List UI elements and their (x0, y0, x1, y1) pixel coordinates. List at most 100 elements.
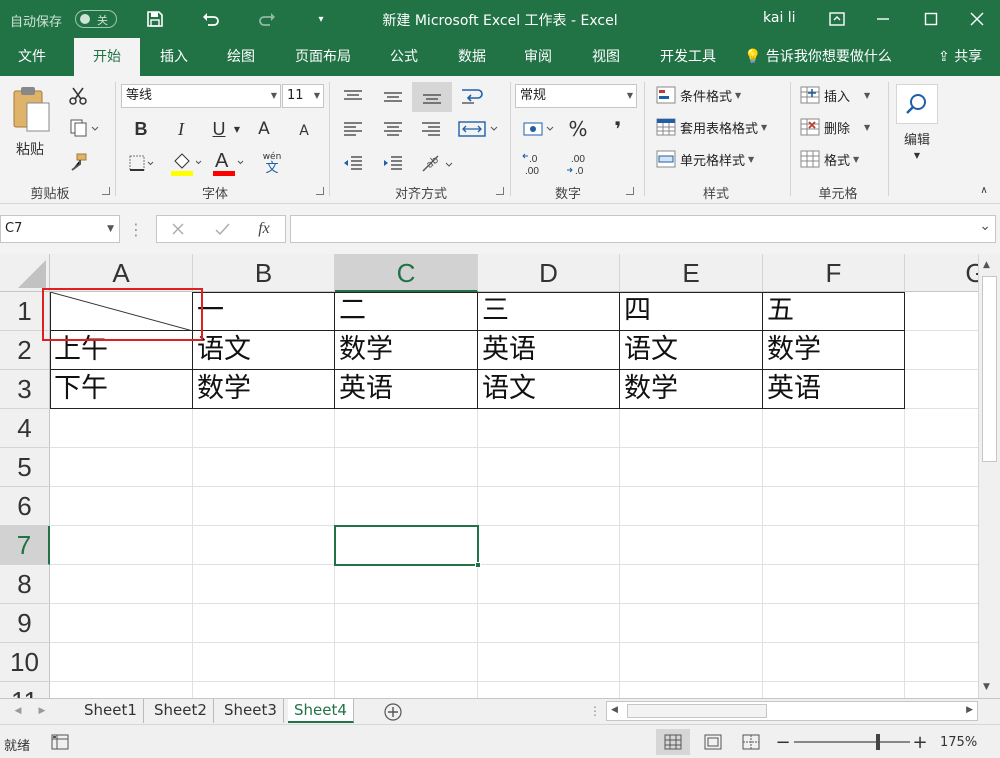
cell-e10[interactable] (620, 643, 763, 682)
insert-function-button[interactable]: fx (251, 218, 277, 240)
cell-a7[interactable] (50, 526, 193, 565)
cell-b6[interactable] (193, 487, 335, 526)
cell-g6[interactable] (905, 487, 978, 526)
cell-a8[interactable] (50, 565, 193, 604)
underline-dropdown-icon[interactable]: ▼ (230, 116, 244, 142)
cell-e2[interactable]: 语文 (620, 331, 763, 370)
row-header-9[interactable]: 9 (0, 604, 50, 643)
cell-b3[interactable]: 数学 (193, 370, 335, 409)
border-icon[interactable] (126, 150, 156, 176)
cell-e4[interactable] (620, 409, 763, 448)
paste-label[interactable]: 粘贴 (10, 138, 50, 160)
formula-input[interactable]: ⌄ (290, 215, 996, 243)
cell-f4[interactable] (763, 409, 905, 448)
cell-a4[interactable] (50, 409, 193, 448)
row-header-7[interactable]: 7 (0, 526, 50, 565)
cell-c8[interactable] (335, 565, 478, 604)
percent-button[interactable]: % (564, 116, 592, 142)
format-painter-icon[interactable] (66, 150, 90, 174)
cell-f1[interactable]: 五 (763, 292, 905, 331)
undo-icon[interactable] (200, 8, 222, 30)
macro-record-icon[interactable] (48, 731, 72, 753)
decrease-indent-icon[interactable] (340, 150, 366, 176)
cell-e6[interactable] (620, 487, 763, 526)
tell-me-search[interactable]: 💡 告诉我你想要做什么 (744, 38, 892, 76)
minimize-icon[interactable] (872, 8, 894, 30)
cell-d2[interactable]: 英语 (478, 331, 620, 370)
vertical-scrollbar[interactable]: ▲ ▼ (978, 254, 1000, 698)
cell-d6[interactable] (478, 487, 620, 526)
collapse-ribbon-icon[interactable]: ∧ (974, 182, 994, 198)
more-options-icon[interactable]: ⋮ (126, 220, 146, 239)
cell-c4[interactable] (335, 409, 478, 448)
tab-formulas[interactable]: 公式 (374, 38, 434, 76)
prev-sheet-icon[interactable]: ◀ (10, 703, 26, 719)
paste-icon[interactable] (8, 82, 56, 138)
format-cells-button[interactable]: 格式 ▼ (800, 146, 859, 172)
customize-toolbar-icon[interactable]: ▾ (310, 8, 332, 30)
scroll-left-icon[interactable]: ◀ (611, 705, 618, 715)
font-launcher[interactable] (316, 187, 324, 195)
cell-e9[interactable] (620, 604, 763, 643)
cell-d1[interactable]: 三 (478, 292, 620, 331)
cell-e3[interactable]: 数学 (620, 370, 763, 409)
cell-e5[interactable] (620, 448, 763, 487)
active-cell-selection[interactable] (334, 525, 481, 568)
row-header-8[interactable]: 8 (0, 565, 50, 604)
cell-a3[interactable]: 下午 (50, 370, 193, 409)
cell-c10[interactable] (335, 643, 478, 682)
horizontal-scroll-thumb[interactable] (627, 704, 767, 718)
cell-f2[interactable]: 数学 (763, 331, 905, 370)
tab-review[interactable]: 审阅 (508, 38, 568, 76)
sheet-tab-sheet2[interactable]: Sheet2 (148, 699, 214, 723)
column-header-d[interactable]: D (478, 254, 620, 292)
font-color-icon[interactable]: A (210, 146, 246, 178)
increase-indent-icon[interactable] (380, 150, 406, 176)
wrap-text-icon[interactable] (458, 84, 488, 110)
cell-a6[interactable] (50, 487, 193, 526)
align-right-icon[interactable] (418, 116, 444, 142)
bold-button[interactable]: B (128, 116, 154, 142)
align-center-icon[interactable] (380, 116, 406, 142)
redo-icon[interactable] (256, 8, 278, 30)
cell-d10[interactable] (478, 643, 620, 682)
page-layout-view-icon[interactable] (696, 729, 730, 755)
zoom-out-button[interactable]: − (775, 732, 790, 753)
cell-d4[interactable] (478, 409, 620, 448)
name-box[interactable]: C7 ▼ (0, 215, 120, 243)
maximize-icon[interactable] (920, 8, 942, 30)
merge-center-icon[interactable] (456, 116, 502, 142)
shrink-font-button[interactable]: A (292, 118, 316, 144)
cell-c11[interactable] (335, 682, 478, 698)
cell-g9[interactable] (905, 604, 978, 643)
page-break-view-icon[interactable] (734, 729, 768, 755)
orientation-icon[interactable]: ab (418, 148, 458, 178)
zoom-slider-thumb[interactable] (876, 734, 880, 750)
italic-button[interactable]: I (168, 116, 194, 142)
cell-b10[interactable] (193, 643, 335, 682)
cell-styles-button[interactable]: 单元格样式 ▼ (656, 146, 754, 172)
conditional-formatting-button[interactable]: 条件格式 ▼ (656, 82, 741, 108)
cell-d8[interactable] (478, 565, 620, 604)
cell-a5[interactable] (50, 448, 193, 487)
align-left-icon[interactable] (340, 116, 366, 142)
tab-insert[interactable]: 插入 (144, 38, 204, 76)
cell-d11[interactable] (478, 682, 620, 698)
save-icon[interactable] (144, 8, 166, 30)
accounting-format-icon[interactable] (520, 116, 560, 142)
horizontal-scrollbar[interactable]: ◀ ▶ (606, 701, 978, 721)
tab-data[interactable]: 数据 (442, 38, 502, 76)
cell-g8[interactable] (905, 565, 978, 604)
number-format-select[interactable]: 常规 ▼ (515, 84, 637, 108)
tab-file[interactable]: 文件 (0, 38, 64, 76)
cell-f8[interactable] (763, 565, 905, 604)
sheet-tab-sheet3[interactable]: Sheet3 (218, 699, 284, 723)
fill-color-icon[interactable] (168, 148, 204, 178)
row-header-6[interactable]: 6 (0, 487, 50, 526)
cell-c6[interactable] (335, 487, 478, 526)
cell-b5[interactable] (193, 448, 335, 487)
sheet-tab-sheet4[interactable]: Sheet4 (288, 699, 354, 723)
cell-g7[interactable] (905, 526, 978, 565)
cell-b11[interactable] (193, 682, 335, 698)
column-header-e[interactable]: E (620, 254, 763, 292)
